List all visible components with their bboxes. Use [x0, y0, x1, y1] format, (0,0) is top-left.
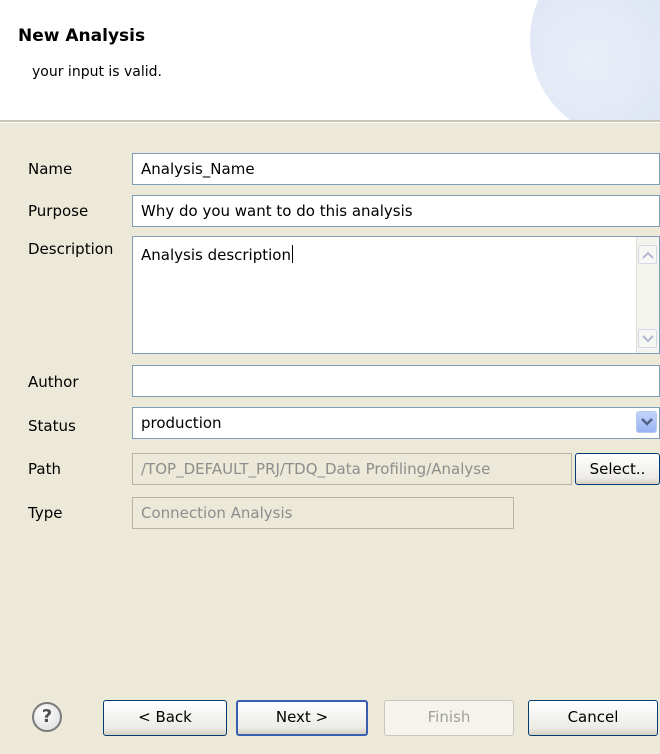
select-path-button[interactable]: Select..	[575, 453, 660, 485]
finish-button: Finish	[384, 700, 514, 736]
back-button[interactable]: < Back	[103, 700, 227, 736]
description-label: Description	[28, 240, 114, 258]
type-field: Connection Analysis	[132, 497, 514, 529]
scroll-down-icon[interactable]	[638, 329, 657, 348]
name-field[interactable]: Analysis_Name	[132, 153, 660, 185]
name-label: Name	[28, 160, 73, 178]
dialog-header: New Analysis your input is valid.	[0, 0, 660, 120]
help-icon[interactable]: ?	[32, 702, 62, 732]
chevron-down-icon[interactable]	[636, 411, 657, 433]
status-dropdown[interactable]: production	[132, 407, 660, 439]
description-scrollbar[interactable]	[636, 237, 659, 353]
description-text: Analysis description	[141, 246, 291, 264]
author-label: Author	[28, 373, 79, 391]
purpose-field[interactable]: Why do you want to do this analysis	[132, 195, 660, 227]
description-textarea[interactable]: Analysis description	[132, 236, 660, 354]
cancel-button[interactable]: Cancel	[528, 700, 658, 736]
author-field[interactable]	[132, 365, 660, 397]
header-decoration	[530, 0, 660, 120]
scroll-up-icon[interactable]	[638, 245, 657, 264]
next-button[interactable]: Next >	[236, 700, 368, 736]
status-label: Status	[28, 417, 76, 435]
status-value: production	[141, 414, 222, 432]
path-field: /TOP_DEFAULT_PRJ/TDQ_Data Profiling/Anal…	[132, 453, 572, 485]
text-cursor	[291, 245, 293, 263]
header-separator	[0, 120, 660, 123]
type-label: Type	[28, 504, 63, 522]
dialog-title: New Analysis	[18, 26, 146, 46]
dialog-message: your input is valid.	[32, 64, 163, 80]
purpose-label: Purpose	[28, 202, 89, 220]
path-label: Path	[28, 460, 61, 478]
